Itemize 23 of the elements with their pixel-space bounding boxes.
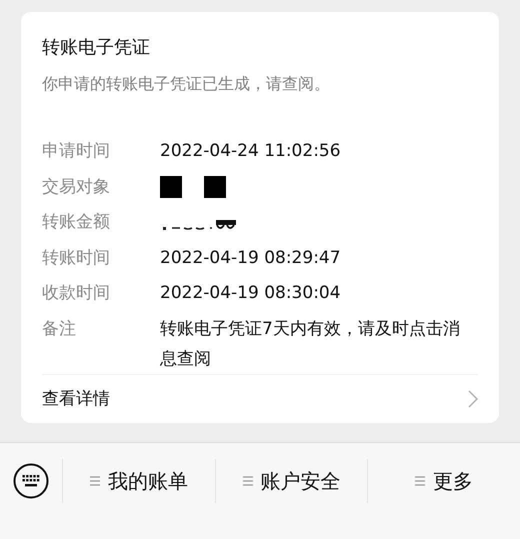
field-value: 转账电子凭证7天内有效，请及时点击消息查阅 <box>160 318 460 370</box>
field-label: 备注 <box>42 318 77 340</box>
redaction-block <box>204 176 226 198</box>
field-label: 转账时间 <box>42 246 111 270</box>
field-label: 转账金额 <box>42 211 111 234</box>
field-label: 收款时间 <box>42 282 111 305</box>
card-title: 转账电子凭证 <box>42 36 151 60</box>
keyboard-icon[interactable] <box>13 463 49 499</box>
menu-button[interactable]: 账户安全 <box>214 459 368 503</box>
menu-button[interactable]: 更多 <box>367 459 520 503</box>
menu-lines-icon <box>415 475 426 487</box>
field-value: 2022-04-24 11:02:56 <box>160 140 342 163</box>
chevron-right-icon <box>468 390 478 408</box>
menu-lines-icon <box>90 475 100 487</box>
card-subtitle: 你申请的转账电子凭证已生成，请查阅。 <box>42 73 331 95</box>
view-details-link[interactable]: 查看详情 <box>42 387 110 410</box>
redaction-block <box>160 176 182 198</box>
menu-lines-icon <box>242 475 252 487</box>
menu-button[interactable]: 我的账单 <box>62 459 215 503</box>
field-label: 申请时间 <box>42 140 111 163</box>
field-value: 2022-04-19 08:29:47 <box>160 246 342 270</box>
field-label: 交易对象 <box>42 176 111 198</box>
field-value: 2022-04-19 08:30:04 <box>160 282 342 305</box>
